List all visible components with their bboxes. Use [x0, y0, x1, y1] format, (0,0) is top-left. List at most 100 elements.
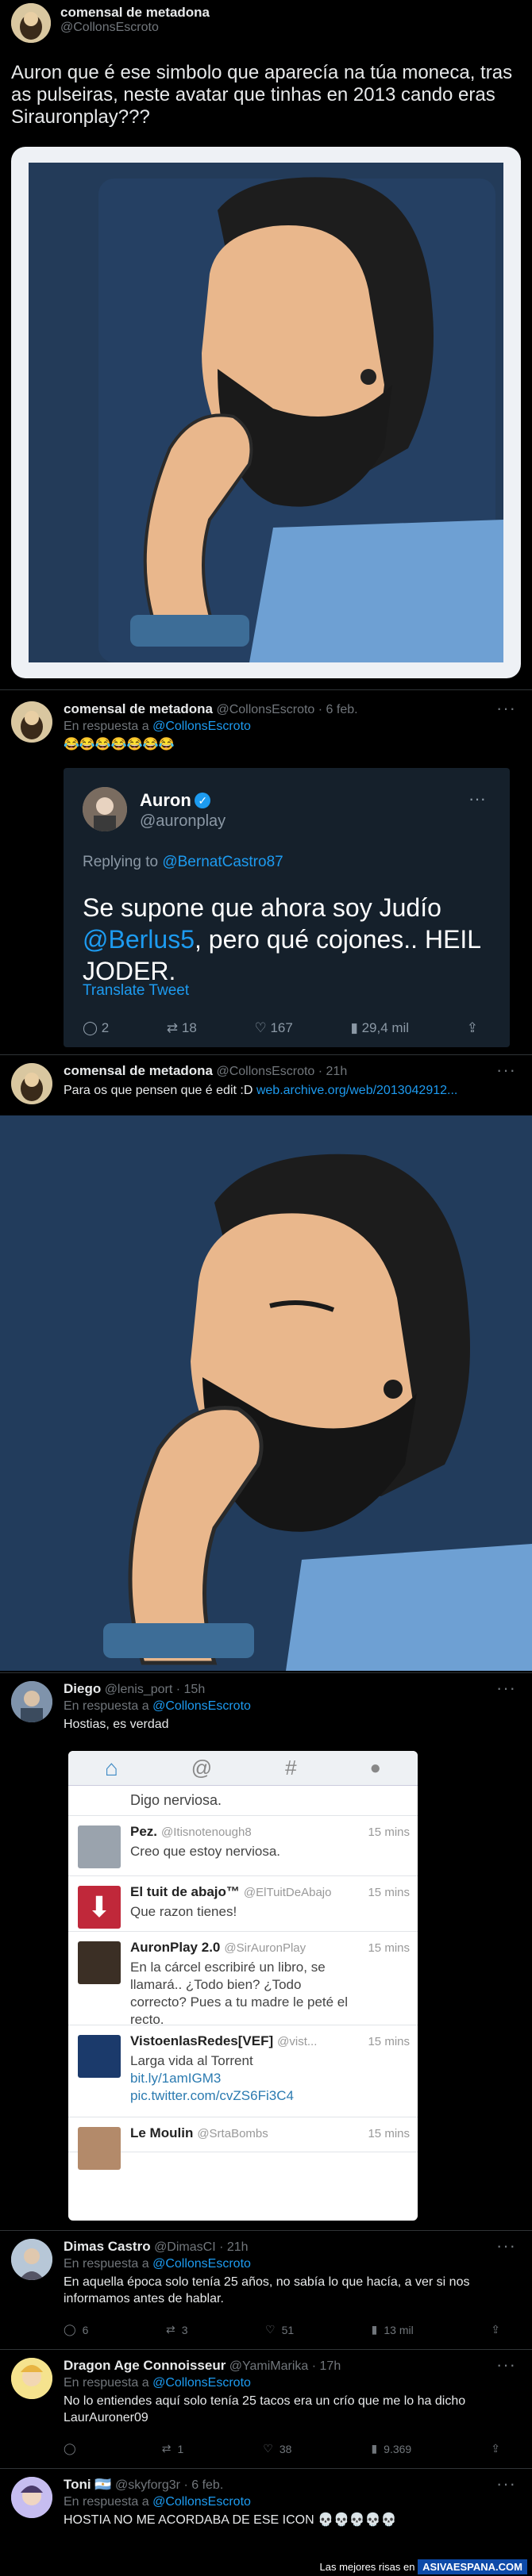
avatar[interactable]: [11, 1681, 52, 1722]
old-tweet-avatar: [78, 1941, 121, 1984]
more-options-icon[interactable]: ···: [496, 2474, 516, 2494]
reply-action[interactable]: ◯ 6: [64, 2323, 88, 2336]
reply-to-prefix: En respuesta a: [64, 2257, 149, 2271]
more-options-icon[interactable]: ···: [496, 698, 516, 719]
reply-header: comensal de metadona @CollonsEscroto · 2…: [64, 1063, 521, 1099]
old-tweet-avatar: ⬇: [78, 1886, 121, 1929]
retweet-action[interactable]: ⇄ 3: [166, 2323, 188, 2336]
old-tweet-name: El tuit de abajo™: [130, 1884, 240, 1899]
archived-avatar-image[interactable]: [0, 1115, 532, 1671]
more-options-icon[interactable]: ···: [496, 1060, 516, 1081]
reply-to-mention[interactable]: @CollonsEscroto: [152, 2376, 251, 2390]
old-partial-tweet: Digo nerviosa.: [68, 1786, 418, 1816]
old-tweet-avatar: [78, 2035, 121, 2078]
old-tweet-time: 15 mins: [364, 2035, 410, 2048]
old-tweet-handle: @SirAuronPlay: [224, 1941, 306, 1955]
avatar[interactable]: [11, 701, 52, 743]
page: comensal de metadona @CollonsEscroto Aur…: [0, 0, 532, 2576]
reply-to-mention[interactable]: @CollonsEscroto: [152, 2495, 251, 2509]
avatar[interactable]: [11, 3, 51, 43]
reply-6: Toni 🇦🇷 @skyforg3r · 6 feb. En respuesta…: [0, 2469, 532, 2564]
footer-brand: ASIVAESPANA.COM: [418, 2559, 527, 2574]
old-tweet-text: Creo que estoy nerviosa.: [130, 1844, 280, 1859]
quote-more-icon: ···: [468, 789, 486, 808]
tweet-image[interactable]: [11, 147, 521, 678]
author-meta[interactable]: @skyforg3r · 6 feb.: [115, 2478, 223, 2492]
share-icon: ⇪: [491, 2323, 500, 2336]
like-action[interactable]: ♡ 51: [265, 2323, 294, 2336]
share-action[interactable]: ⇪: [491, 2323, 500, 2336]
author-meta[interactable]: @CollonsEscroto · 21h: [216, 1065, 347, 1078]
tweet-text: Auron que é ese simbolo que aparecía na …: [11, 62, 513, 128]
quote-replying-line: Replying to @BernatCastro87: [83, 854, 283, 871]
author-meta[interactable]: @DimasCI · 21h: [154, 2240, 249, 2254]
old-twitter-screenshot[interactable]: ⌂ @ # ● Digo nerviosa. Pez. @Itisnotenoug…: [68, 1751, 418, 2221]
old-tweet-name: AuronPlay 2.0: [130, 1940, 221, 1955]
old-tweet-avatar: [78, 2127, 121, 2170]
retweet-icon: ⇄: [161, 2442, 172, 2455]
reply-to-prefix: En respuesta a: [64, 2376, 149, 2390]
quote-text: Se supone que ahora soy Judío @Berlus5, …: [83, 892, 491, 987]
author-name[interactable]: Dimas Castro: [64, 2239, 151, 2254]
reply-text: 😂😂😂😂😂😂😂: [64, 738, 175, 751]
quote-replying-prefix: Replying to: [83, 854, 159, 870]
more-options-icon[interactable]: ···: [496, 1678, 516, 1699]
reply-link[interactable]: web.archive.org/web/2013042912...: [256, 1084, 458, 1097]
reply-to-prefix: En respuesta a: [64, 720, 149, 733]
author-name[interactable]: Toni 🇦🇷: [64, 2477, 112, 2492]
views-icon: ▮: [350, 1020, 358, 1035]
avatar[interactable]: [11, 2477, 52, 2518]
author-name[interactable]: comensal de metadona: [60, 5, 521, 21]
author-name[interactable]: Diego: [64, 1681, 101, 1696]
reply-5: Dragon Age Connoisseur @YamiMarika · 17h…: [0, 2350, 532, 2469]
views-action[interactable]: ▮ 9.369: [371, 2442, 411, 2455]
quote-stats: ◯ 2 ⇄ 18 ♡ 167 ▮ 29,4 mil ⇪: [83, 1020, 478, 1036]
heart-icon: ♡: [254, 1020, 267, 1035]
author-name[interactable]: Dragon Age Connoisseur: [64, 2358, 226, 2373]
retweet-action[interactable]: ⇄ 1: [162, 2442, 184, 2455]
reply-action[interactable]: ◯: [64, 2442, 83, 2455]
like-count: 38: [279, 2442, 292, 2455]
avatar[interactable]: [11, 1063, 52, 1104]
author-meta[interactable]: @YamiMarika · 17h: [229, 2359, 341, 2373]
old-tweet-time: 15 mins: [364, 1886, 410, 1899]
reply-to-mention[interactable]: @CollonsEscroto: [152, 2257, 251, 2271]
old-tweet-time: 15 mins: [364, 2127, 410, 2140]
share-action[interactable]: ⇪: [491, 2442, 500, 2455]
reply-to-mention[interactable]: @CollonsEscroto: [152, 1699, 251, 1713]
reply-count: 6: [82, 2323, 89, 2336]
old-tweet-time: 15 mins: [364, 1825, 410, 1839]
reply-to-prefix: En respuesta a: [64, 1699, 149, 1713]
avatar[interactable]: [11, 2239, 52, 2280]
author-handle[interactable]: @CollonsEscroto: [60, 21, 521, 35]
footer-text: Las mejores risas en: [319, 2561, 415, 2573]
quoted-tweet-image[interactable]: Auron ✓ @auronplay ··· Replying to @Bern…: [64, 768, 510, 1047]
hashtag-icon: #: [285, 1756, 297, 1779]
author-name[interactable]: comensal de metadona: [64, 701, 213, 716]
old-tweet-row: VistoenlasRedes[VEF] @vist... 15 mins Larga…: [68, 2025, 418, 2117]
quote-text-before: Se supone que ahora soy Judío: [83, 893, 441, 922]
like-action[interactable]: ♡ 38: [263, 2442, 291, 2455]
reply-icon: ◯: [64, 2442, 76, 2455]
old-tweet-name: Pez.: [130, 1824, 158, 1839]
views-action[interactable]: ▮ 13 mil: [372, 2323, 414, 2336]
author-name[interactable]: comensal de metadona: [64, 1063, 213, 1078]
old-tweet-text: En la cárcel escribiré un libro, se llam…: [130, 1960, 349, 2027]
more-options-icon[interactable]: ···: [496, 2355, 516, 2375]
reply-to-line: En respuesta a @CollonsEscroto: [64, 2376, 521, 2390]
arrow-down-icon: ⬇: [87, 1891, 112, 1923]
author-meta[interactable]: @lenis_port · 15h: [105, 1683, 206, 1696]
share-icon: ⇪: [491, 2442, 500, 2455]
retweet-count: 3: [181, 2323, 188, 2336]
old-tweet-pic-link: pic.twitter.com/cvZS6Fi3C4: [130, 2088, 294, 2103]
views-count: 13 mil: [384, 2323, 414, 2336]
author-meta[interactable]: @CollonsEscroto · 6 feb.: [216, 703, 357, 716]
reply-text: En aquella época solo tenía 25 años, no …: [64, 2275, 470, 2305]
avatar[interactable]: [11, 2358, 52, 2399]
reply-to-mention[interactable]: @CollonsEscroto: [152, 720, 251, 733]
more-options-icon[interactable]: ···: [496, 2236, 516, 2256]
quote-avatar: [83, 787, 127, 831]
watermark-footer: Las mejores risas en ASIVAESPANA.COM: [0, 2559, 532, 2576]
at-icon: @: [191, 1756, 213, 1779]
retweet-count: 1: [177, 2442, 184, 2455]
